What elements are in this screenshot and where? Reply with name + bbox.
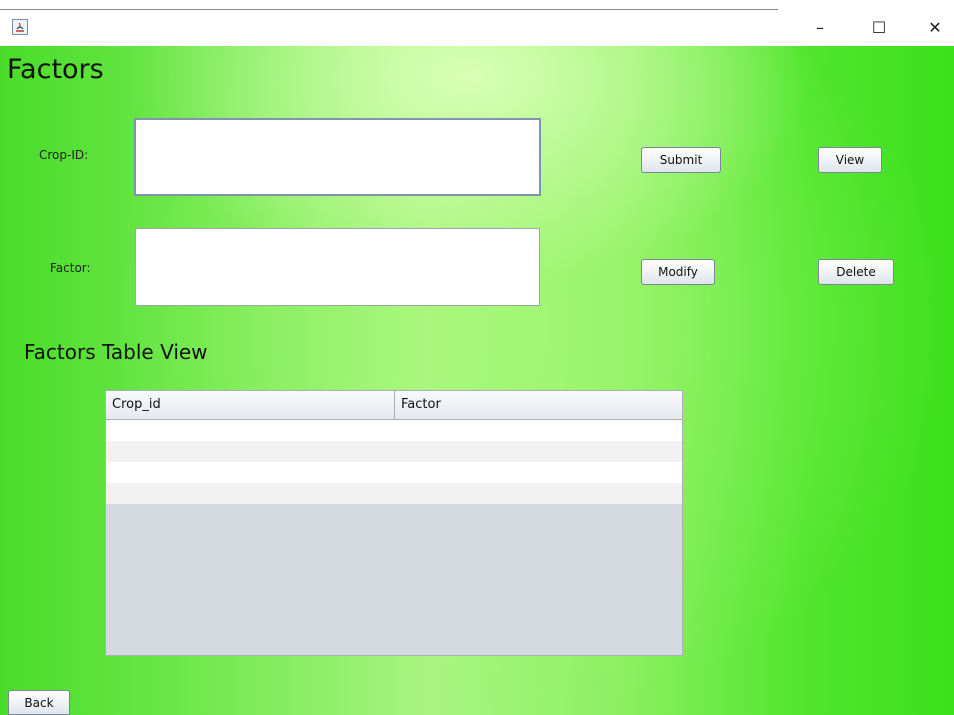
table-row[interactable]: [106, 483, 682, 504]
crop-id-label: Crop-ID:: [39, 148, 89, 162]
submit-button[interactable]: Submit: [641, 147, 721, 173]
close-button[interactable]: ✕: [918, 14, 952, 42]
crop-id-input[interactable]: [134, 118, 541, 196]
factor-input[interactable]: [135, 228, 540, 306]
table-title: Factors Table View: [24, 340, 208, 364]
column-header-crop-id[interactable]: Crop_id: [106, 391, 394, 419]
java-app-icon[interactable]: [12, 19, 28, 35]
view-button[interactable]: View: [818, 147, 882, 173]
factors-table[interactable]: Crop_id Factor: [105, 390, 683, 656]
back-button[interactable]: Back: [8, 690, 70, 715]
titlebar-divider: [0, 9, 778, 10]
table-header: Crop_id Factor: [106, 391, 682, 420]
factor-label: Factor:: [50, 261, 91, 275]
table-row[interactable]: [106, 462, 682, 483]
window-titlebar: – ☐ ✕: [0, 0, 954, 46]
delete-button[interactable]: Delete: [818, 259, 894, 285]
column-header-factor[interactable]: Factor: [395, 391, 682, 419]
minimize-button[interactable]: –: [803, 14, 837, 42]
table-row[interactable]: [106, 420, 682, 441]
maximize-button[interactable]: ☐: [862, 14, 896, 42]
modify-button[interactable]: Modify: [641, 259, 715, 285]
page-title: Factors: [7, 54, 104, 85]
table-row[interactable]: [106, 441, 682, 462]
